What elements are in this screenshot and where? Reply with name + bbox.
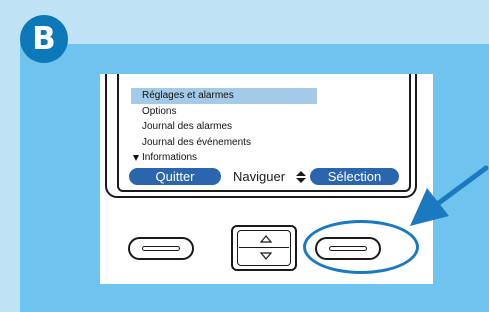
pointer-arrow-icon <box>410 165 489 226</box>
